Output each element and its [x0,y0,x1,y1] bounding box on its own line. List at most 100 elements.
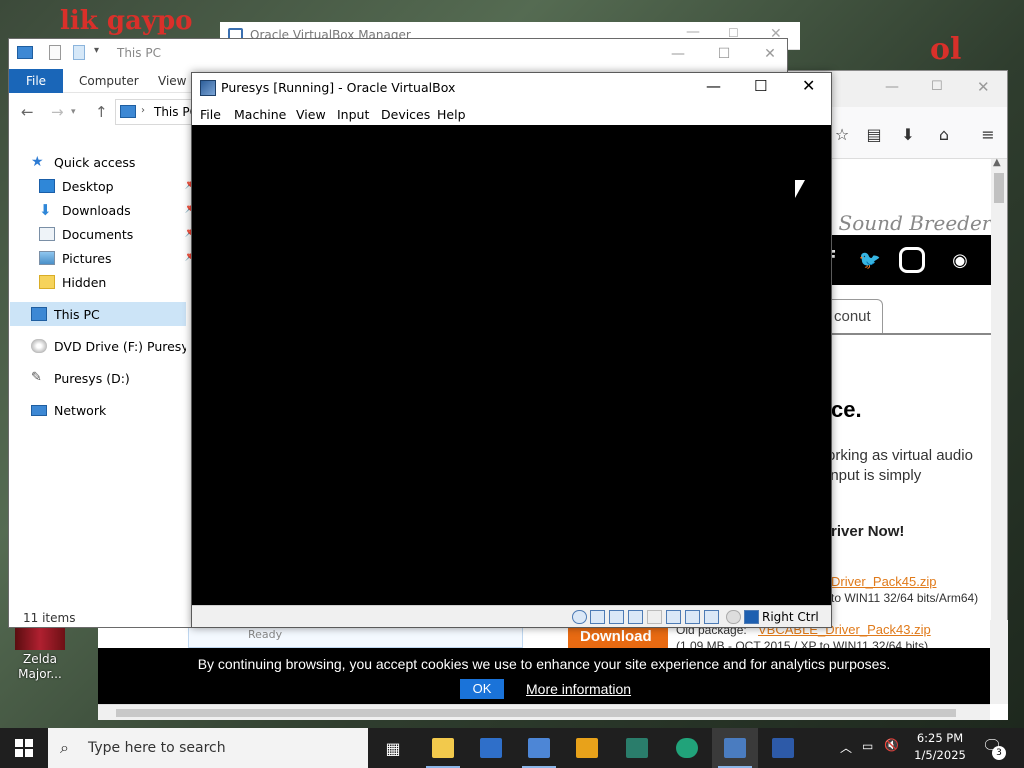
ribbon-tab-file[interactable]: File [9,69,63,93]
browser-vscroll-thumb[interactable] [994,173,1004,203]
download-icon[interactable]: ⬇ [897,123,919,145]
display-icon[interactable] [685,610,700,624]
network-adapter-icon[interactable] [628,610,643,624]
properties-icon[interactable] [49,45,61,60]
nav-label: Pictures [62,250,112,266]
close-icon[interactable]: ✕ [802,76,815,95]
ribbon-tab-view[interactable]: View [158,74,186,88]
network-status-icon[interactable]: ▭ [862,739,873,753]
home-icon[interactable]: ⌂ [933,123,955,145]
recent-chevron-icon[interactable]: ▾ [71,107,76,117]
menu-devices[interactable]: Devices [381,107,430,122]
search-icon: ⌕ [60,738,69,757]
nav-item-puresys-drive[interactable]: ✎ Puresys (D:) [31,366,191,390]
content-paragraph-line2: input is simply [827,467,922,484]
nav-item-dvd-drive[interactable]: DVD Drive (F:) Puresys 0.0 [31,334,191,358]
shared-folders-icon[interactable] [666,610,681,624]
start-button[interactable] [0,728,48,768]
pictures-folder-icon [39,251,55,265]
forward-arrow-icon[interactable]: → [51,103,64,121]
taskbar-app-2[interactable] [468,728,514,768]
reading-list-icon[interactable]: ▤ [863,123,885,145]
nav-label: Network [54,402,107,418]
ribbon-tab-computer[interactable]: Computer [79,74,139,88]
nav-item-quick-access[interactable]: ★ Quick access [31,150,191,174]
back-arrow-icon[interactable]: ← [21,103,34,121]
nav-label: Documents [62,226,134,242]
menu-help[interactable]: Help [437,107,466,122]
instagram-icon[interactable] [899,247,925,273]
browser-hscroll[interactable] [98,704,990,720]
chevron-down-icon[interactable]: ▾ [94,45,99,56]
browser-vscroll-lower[interactable] [990,620,1008,704]
new-folder-icon[interactable] [73,45,85,60]
nav-item-hidden[interactable]: Hidden [39,270,199,294]
windows-logo-icon [15,739,33,757]
minimize-icon[interactable]: — [885,79,899,95]
usb-drive-icon: ✎ [31,370,42,385]
nav-item-pictures[interactable]: Pictures 📌 [39,246,199,270]
close-icon[interactable]: ✕ [977,78,990,96]
taskbar-app-8[interactable] [760,728,806,768]
taskbar-app-5[interactable] [614,728,660,768]
maximize-icon[interactable]: ☐ [754,77,767,95]
minimize-icon[interactable]: — [655,39,701,69]
vm-window[interactable]: Puresys [Running] - Oracle VirtualBox — … [191,72,832,628]
volume-muted-icon[interactable]: 🔇 [884,738,899,752]
star-icon: ★ [31,154,44,170]
menu-machine[interactable]: Machine [234,107,286,122]
taskbar-file-explorer[interactable] [420,728,466,768]
desktop-icon-zelda[interactable]: Zelda Major... [12,628,68,682]
hard-disk-icon[interactable] [572,610,587,624]
clock[interactable]: 6:25 PM 1/5/2025 [910,730,970,764]
nav-item-network[interactable]: Network [31,398,191,422]
mouse-integration-icon[interactable] [726,610,741,624]
nav-item-this-pc[interactable]: This PC [10,302,186,326]
ready-label: Ready [248,628,283,641]
taskbar-virtualbox[interactable] [712,728,758,768]
desktop-wallpaper-text: lik gaypo [60,6,193,36]
up-arrow-icon[interactable]: ↑ [95,103,108,121]
clock-date: 1/5/2025 [914,748,966,762]
cookie-ok-button[interactable]: OK [460,679,504,699]
scroll-up-icon[interactable]: ▲ [993,157,1001,168]
taskbar-app-3[interactable] [516,728,562,768]
menu-file[interactable]: File [200,107,221,122]
nav-item-downloads[interactable]: ⬇ Downloads 📌 [39,198,199,222]
menu-icon[interactable]: ≡ [977,123,999,145]
virtualbox-icon [200,80,216,96]
usb-icon[interactable] [647,610,662,624]
menu-view[interactable]: View [296,107,326,122]
close-icon[interactable]: ✕ [747,39,793,69]
menu-input[interactable]: Input [337,107,369,122]
twitter-icon[interactable]: 🐦 [855,245,885,275]
network-icon [31,404,47,416]
explorer-titlebar: ▾ This PC — ☐ ✕ [9,39,787,69]
computer-icon [120,105,136,118]
audio-icon[interactable] [609,610,624,624]
tab-divider [819,333,991,335]
download-button[interactable]: Download [568,626,668,648]
task-view-button[interactable]: ▦ [370,728,416,768]
taskbar-app-4[interactable] [564,728,610,768]
nav-item-desktop[interactable]: Desktop 📌 [39,174,199,198]
driver-link-45[interactable]: Driver_Pack45.zip [831,574,937,589]
cookie-text: By continuing browsing, you accept cooki… [197,656,891,672]
nav-label: Quick access [54,154,136,170]
discord-icon[interactable]: ◉ [945,245,975,275]
recording-icon[interactable] [704,610,719,624]
browser-hscroll-thumb[interactable] [116,709,956,717]
taskbar-search[interactable]: ⌕ Type here to search [48,728,368,768]
tray-chevron-icon[interactable]: ︿ [840,739,852,756]
taskbar-edge[interactable] [664,728,710,768]
keyboard-capture-icon[interactable] [744,610,759,624]
maximize-icon[interactable]: ☐ [931,79,943,94]
star-icon[interactable]: ☆ [831,123,853,145]
cookie-more-link[interactable]: More information [526,681,631,697]
nav-item-documents[interactable]: Documents 📌 [39,222,199,246]
vm-display[interactable] [192,125,831,605]
optical-drive-icon[interactable] [590,610,605,624]
folder-icon [39,275,55,289]
maximize-icon[interactable]: ☐ [701,39,747,69]
minimize-icon[interactable]: — [706,77,721,95]
